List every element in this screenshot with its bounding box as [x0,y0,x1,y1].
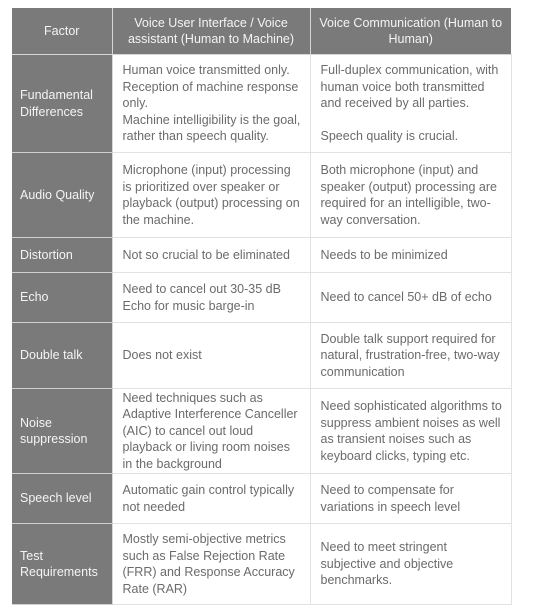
table-row: Audio Quality Microphone (input) process… [12,152,512,238]
cell-comm: Double talk support required for natural… [310,322,512,389]
header-voice-user-interface: Voice User Interface / Voice assistant (… [112,8,311,55]
cell-vui: Need to cancel out 30-35 dB Echo for mus… [112,272,311,323]
table-row: Speech level Automatic gain control typi… [12,473,512,524]
header-factor: Factor [12,8,113,55]
row-factor: Audio Quality [12,152,113,238]
row-factor: Test Requirements [12,523,113,605]
comparison-table-container: Factor Voice User Interface / Voice assi… [12,8,512,605]
table-row: Double talk Does not exist Double talk s… [12,322,512,389]
table-row: Fundamental Differences Human voice tran… [12,54,512,153]
cell-text-line: Full-duplex communication, with human vo… [320,63,499,111]
cell-vui: Human voice transmitted only. Reception … [112,54,311,153]
table-header-row: Factor Voice User Interface / Voice assi… [12,8,511,55]
cell-comm: Both microphone (input) and speaker (out… [310,152,512,238]
comparison-table: Factor Voice User Interface / Voice assi… [12,8,512,605]
table-row: Test Requirements Mostly semi-objective … [12,523,512,605]
row-factor: Noise suppression [12,388,113,474]
cell-text-line: Reception of machine response only. [122,79,299,111]
cell-comm: Need to meet stringent subjective and ob… [310,523,512,605]
cell-comm: Full-duplex communication, with human vo… [310,54,512,153]
cell-comm: Needs to be minimized [310,237,512,273]
row-factor: Speech level [12,473,113,524]
header-voice-communication: Voice Communication (Human to Human) [310,8,511,55]
row-factor: Distortion [12,237,113,273]
row-factor: Double talk [12,322,113,389]
cell-vui: Microphone (input) processing is priorit… [112,152,311,238]
cell-vui: Automatic gain control typically not nee… [112,473,311,524]
cell-comm: Need sophisticated algorithms to suppres… [310,388,512,474]
row-factor: Echo [12,272,113,323]
cell-text-line: Machine intelligibility is the goal, rat… [122,112,301,144]
cell-text-line: Human voice transmitted only. [122,63,290,78]
cell-vui: Does not exist [112,322,311,389]
cell-comm: Need to cancel 50+ dB of echo [310,272,512,323]
table-row: Distortion Not so crucial to be eliminat… [12,237,512,273]
table-row: Noise suppression Need techniques such a… [12,388,512,474]
row-factor: Fundamental Differences [12,54,113,153]
cell-comm: Need to compensate for variations in spe… [310,473,512,524]
cell-vui: Not so crucial to be eliminated [112,237,311,273]
table-row: Echo Need to cancel out 30-35 dB Echo fo… [12,272,512,323]
cell-vui: Mostly semi-objective metrics such as Fa… [112,523,311,605]
cell-text-line: Speech quality is crucial. [320,129,459,144]
cell-vui: Need techniques such as Adaptive Interfe… [112,388,311,474]
